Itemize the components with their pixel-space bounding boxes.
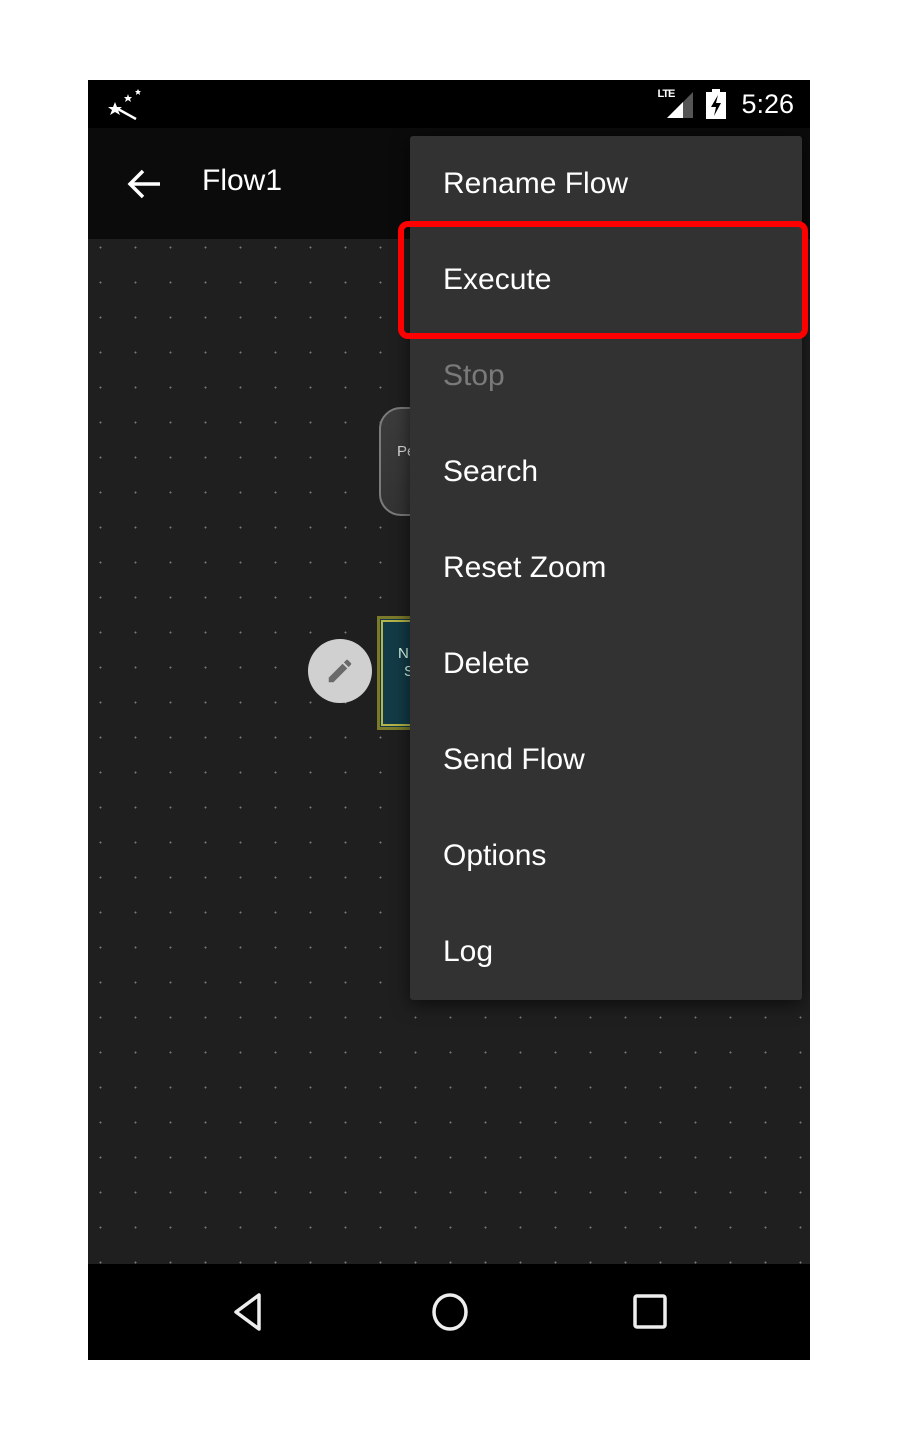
menu-item-rename-flow[interactable]: Rename Flow <box>410 136 802 232</box>
menu-item-reset-zoom[interactable]: Reset Zoom <box>410 520 802 616</box>
battery-charging-icon <box>706 89 727 119</box>
menu-item-send-flow[interactable]: Send Flow <box>410 712 802 808</box>
menu-item-options[interactable]: Options <box>410 808 802 904</box>
nav-recents-icon[interactable] <box>626 1288 674 1336</box>
menu-item-search[interactable]: Search <box>410 424 802 520</box>
nav-back-icon[interactable] <box>226 1288 274 1336</box>
nav-home-icon[interactable] <box>426 1288 474 1336</box>
menu-item-delete[interactable]: Delete <box>410 616 802 712</box>
navigation-bar <box>88 1264 810 1360</box>
arrow-back-icon[interactable] <box>126 168 162 200</box>
clock: 5:26 <box>741 88 794 119</box>
pencil-icon <box>328 659 352 683</box>
edit-button[interactable] <box>308 639 372 703</box>
menu-item-stop: Stop <box>443 359 505 392</box>
phone-screen: LTE 5:26 Pe NS Flow1 Rename Flow Execute… <box>88 80 810 1360</box>
page-title: Flow1 <box>202 164 283 197</box>
menu-item-log[interactable]: Log <box>410 904 802 1000</box>
magic-wand-icon <box>108 89 141 121</box>
menu-item-execute[interactable]: Execute <box>410 232 802 328</box>
overflow-menu: Rename Flow Execute Stop Search Reset Zo… <box>410 136 802 1000</box>
signal-icon: LTE <box>657 88 695 120</box>
node-label-line1: N <box>398 645 409 662</box>
status-bar: LTE 5:26 <box>88 80 810 128</box>
